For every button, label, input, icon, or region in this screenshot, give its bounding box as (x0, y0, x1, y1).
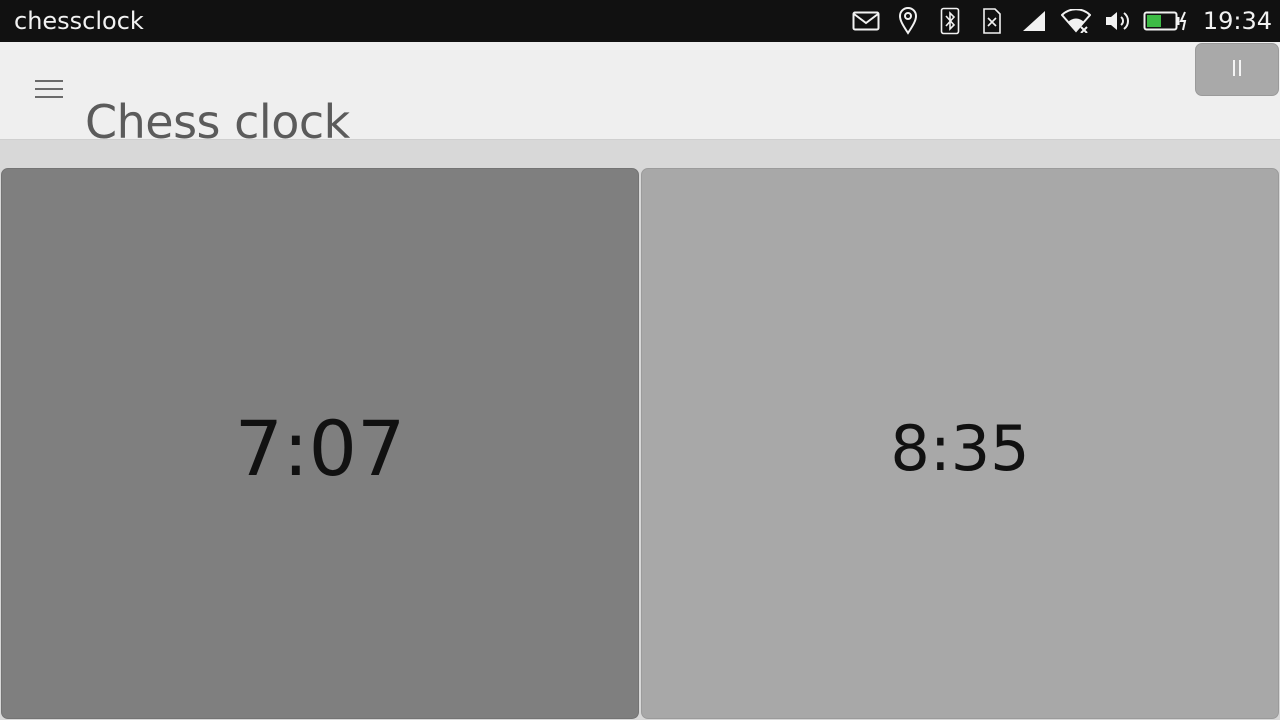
location-icon[interactable] (891, 0, 925, 42)
status-app-name: chessclock (14, 7, 144, 35)
cellular-signal-icon[interactable] (1017, 0, 1051, 42)
status-indicators: 19:34 (841, 0, 1272, 42)
pause-icon (1230, 58, 1244, 82)
battery-charging-icon[interactable] (1143, 0, 1189, 42)
app-header: Chess clock (0, 42, 1280, 149)
hamburger-menu-button[interactable] (26, 70, 72, 112)
volume-icon[interactable] (1101, 0, 1135, 42)
clock-area: 7:07 8:35 (0, 140, 1280, 720)
right-player-clock[interactable]: 8:35 (641, 168, 1279, 719)
right-player-time: 8:35 (890, 412, 1030, 485)
wifi-icon[interactable] (1059, 0, 1093, 42)
status-time: 19:34 (1202, 7, 1272, 35)
bluetooth-icon[interactable] (933, 0, 967, 42)
hamburger-menu-icon (34, 77, 64, 105)
mail-icon[interactable] (849, 0, 883, 42)
left-player-clock[interactable]: 7:07 (1, 168, 639, 719)
status-bar: chessclock 19:34 (0, 0, 1280, 42)
no-sim-icon[interactable] (975, 0, 1009, 42)
left-player-time: 7:07 (234, 404, 406, 493)
pause-button[interactable] (1195, 43, 1279, 96)
